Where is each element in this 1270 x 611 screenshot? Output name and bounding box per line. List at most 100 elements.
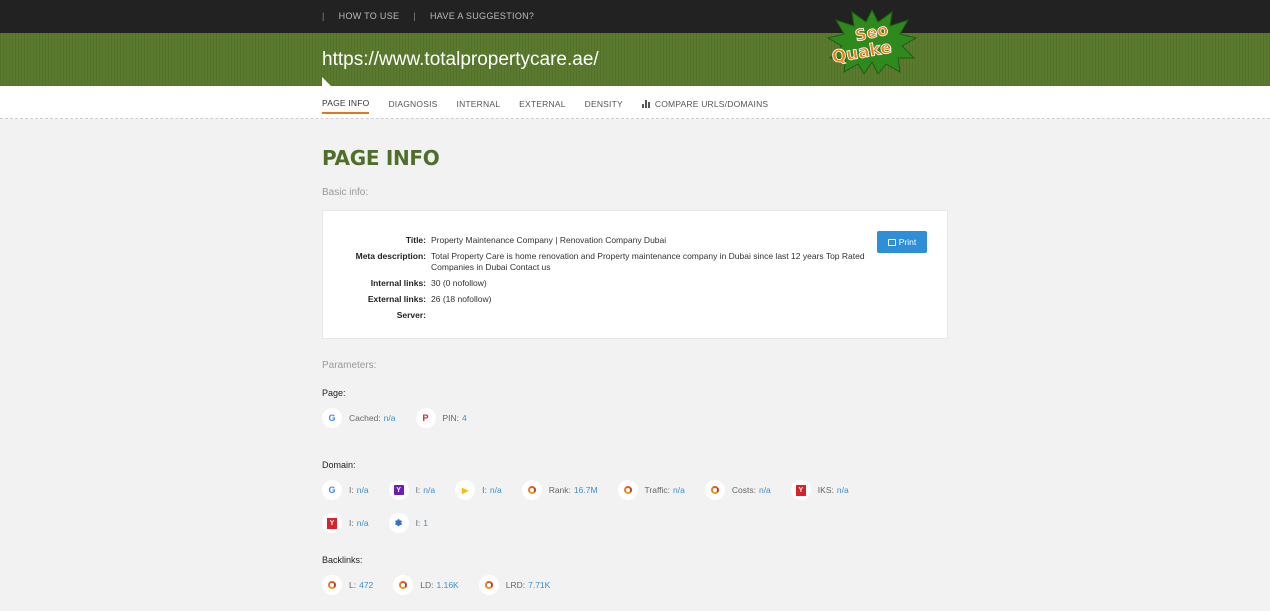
metric-label: I: [482, 485, 487, 495]
tab-list: PAGE INFO DIAGNOSIS INTERNAL EXTERNAL DE… [322, 98, 787, 114]
backlinks-metrics: L: 472 LD: 1.16K LRD: 7.71K [322, 575, 948, 608]
metric-root-domains[interactable]: LRD: 7.71K [478, 575, 550, 595]
yahoo-icon: Y [388, 480, 409, 500]
tab-compare[interactable]: COMPARE URLS/DOMAINS [641, 98, 769, 114]
metric-cached[interactable]: G Cached: n/a [322, 408, 396, 428]
info-row-external: External links: 26 (18 nofollow) [323, 294, 871, 305]
metric-label: L: [349, 580, 357, 590]
suggestion-link[interactable]: HAVE A SUGGESTION? [430, 11, 534, 21]
bar-chart-icon [641, 100, 652, 108]
metric-rank[interactable]: Rank: 16.7M [521, 480, 598, 500]
info-row-meta: Meta description: Total Property Care is… [323, 251, 871, 273]
pinterest-icon: P [415, 408, 436, 428]
page-metrics: G Cached: n/a P PIN: 4 [322, 408, 948, 441]
tab-diagnosis[interactable]: DIAGNOSIS [388, 98, 437, 114]
tab-bar: PAGE INFO DIAGNOSIS INTERNAL EXTERNAL DE… [0, 86, 1270, 119]
metric-baidu-index[interactable]: ✽ I: 1 [388, 513, 428, 533]
info-table: Title: Property Maintenance Company | Re… [323, 235, 871, 325]
info-key: Meta description: [355, 251, 426, 261]
how-to-use-link[interactable]: HOW TO USE [339, 11, 400, 21]
metric-value[interactable]: n/a [837, 485, 849, 495]
metric-value[interactable]: n/a [423, 485, 435, 495]
metric-label: IKS: [817, 485, 834, 495]
info-key: Server: [396, 310, 426, 320]
tab-internal[interactable]: INTERNAL [457, 98, 501, 114]
semrush-icon [322, 575, 342, 595]
metric-traffic[interactable]: Traffic: n/a [617, 480, 685, 500]
basic-info-card: Title: Property Maintenance Company | Re… [322, 210, 948, 339]
metric-label: PIN: [442, 413, 460, 423]
metric-value[interactable]: 472 [359, 580, 373, 590]
yandex-icon: Y [322, 513, 342, 533]
basic-info-label: Basic info: [322, 187, 369, 198]
metric-value[interactable]: n/a [673, 485, 685, 495]
metric-value[interactable]: n/a [384, 413, 396, 423]
metric-label: I: [415, 518, 421, 528]
tab-compare-label: COMPARE URLS/DOMAINS [654, 99, 769, 109]
metric-linking-domains[interactable]: LD: 1.16K [393, 575, 459, 595]
google-icon: G [322, 480, 342, 500]
info-row-title: Title: Property Maintenance Company | Re… [323, 235, 871, 246]
domain-group-label: Domain: [322, 460, 356, 470]
tab-external[interactable]: EXTERNAL [519, 98, 565, 114]
metric-links[interactable]: L: 472 [322, 575, 373, 595]
metric-value[interactable]: n/a [357, 518, 369, 528]
nav-separator: | [413, 11, 416, 21]
metric-costs[interactable]: Costs: n/a [704, 480, 771, 500]
baidu-icon: ✽ [388, 513, 409, 533]
tab-density[interactable]: DENSITY [585, 98, 623, 114]
page-url: https://www.totalpropertycare.ae/ [322, 49, 599, 70]
metric-label: LD: [420, 580, 434, 590]
metric-label: Cached: [349, 413, 381, 423]
main-content: PAGE INFO Basic info: Title: Property Ma… [322, 119, 948, 608]
metric-label: I: [349, 518, 354, 528]
metric-yandex-index[interactable]: Y I: n/a [322, 513, 369, 533]
semrush-icon [393, 575, 414, 595]
metric-label: Costs: [731, 485, 756, 495]
metric-value[interactable]: 7.71K [528, 580, 550, 590]
url-notch [322, 77, 331, 86]
seoquake-logo[interactable]: Seo Quake [826, 8, 918, 74]
info-value: 26 (18 nofollow) [431, 294, 492, 304]
top-nav: | HOW TO USE | HAVE A SUGGESTION? [322, 11, 548, 21]
metric-iks[interactable]: Y IKS: n/a [790, 480, 849, 500]
metric-label: I: [415, 485, 421, 495]
yandex-icon: Y [790, 480, 811, 500]
metric-value[interactable]: n/a [490, 485, 502, 495]
info-key: Title: [405, 235, 426, 245]
url-header: https://www.totalpropertycare.ae/ [0, 33, 1270, 86]
metric-label: LRD: [505, 580, 526, 590]
metric-label: Traffic: [644, 485, 671, 495]
page-title: PAGE INFO [322, 146, 440, 170]
metric-label: I: [349, 485, 354, 495]
nav-separator: | [322, 11, 325, 21]
metric-pin[interactable]: P PIN: 4 [415, 408, 467, 428]
semrush-icon [521, 480, 542, 500]
metric-value[interactable]: 4 [462, 413, 467, 423]
info-value [431, 310, 871, 320]
metric-value[interactable]: n/a [357, 485, 369, 495]
metric-value[interactable]: n/a [759, 485, 771, 495]
page-group-label: Page: [322, 388, 346, 398]
metric-value[interactable]: 16.7M [574, 485, 598, 495]
semrush-icon [704, 480, 725, 500]
info-value: Total Property Care is home renovation a… [431, 251, 865, 272]
tab-page-info[interactable]: PAGE INFO [322, 98, 370, 114]
metric-label: Rank: [548, 485, 571, 495]
info-key: Internal links: [370, 278, 426, 288]
backlinks-group-label: Backlinks: [322, 555, 363, 565]
metric-bing-index[interactable]: ▶ I: n/a [455, 480, 502, 500]
info-value: 30 (0 nofollow) [431, 278, 487, 288]
semrush-icon [478, 575, 499, 595]
google-icon: G [322, 408, 342, 428]
metric-value[interactable]: 1.16K [437, 580, 459, 590]
domain-metrics: G I: n/a Y I: n/a ▶ I: n/a Rank: 16.7M T… [322, 480, 922, 546]
info-value: Property Maintenance Company | Renovatio… [431, 235, 667, 245]
metric-value[interactable]: 1 [423, 518, 428, 528]
print-button[interactable]: Print [877, 231, 927, 253]
top-bar: | HOW TO USE | HAVE A SUGGESTION? [0, 0, 1270, 33]
info-key: External links: [367, 294, 426, 304]
bing-icon: ▶ [455, 480, 476, 500]
metric-yahoo-index[interactable]: Y I: n/a [388, 480, 435, 500]
metric-google-index[interactable]: G I: n/a [322, 480, 369, 500]
